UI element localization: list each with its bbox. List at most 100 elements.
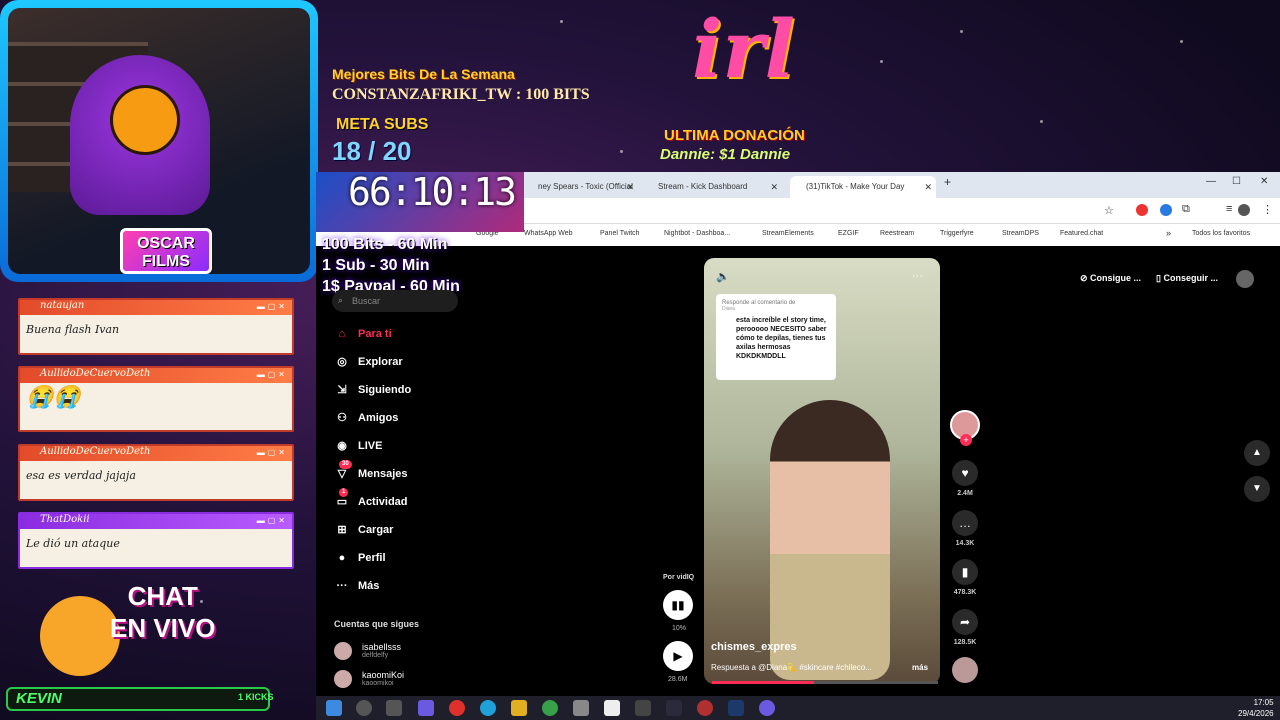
- nav-siguiendo[interactable]: ⇲ Siguiendo: [334, 382, 411, 398]
- subathon-rates: 100 Bits - 60 Min 1 Sub - 30 Min 1$ Payp…: [322, 234, 460, 297]
- app-icon[interactable]: [604, 700, 620, 716]
- heart-icon[interactable]: ♥: [952, 460, 978, 486]
- bookmark-nightbot[interactable]: Nightbot - Dashboa...: [664, 230, 730, 237]
- maximize-button[interactable]: ☐: [1232, 176, 1241, 187]
- discord-icon[interactable]: [759, 700, 775, 716]
- bookmark-ezgif[interactable]: EZGIF: [838, 230, 859, 237]
- nav-amigos[interactable]: ⚇ Amigos: [334, 410, 398, 426]
- follow-plus-icon[interactable]: +: [960, 434, 972, 446]
- bookmark-reestream[interactable]: Reestream: [880, 230, 914, 237]
- copilot-icon[interactable]: [418, 700, 434, 716]
- nav-perfil[interactable]: ● Perfil: [334, 550, 386, 566]
- video-more-link[interactable]: más: [912, 663, 928, 672]
- bookmark-streamdps[interactable]: StreamDPS: [1002, 230, 1039, 237]
- menu-icon[interactable]: ⋮: [1262, 203, 1273, 216]
- upload-icon: ⊞: [337, 524, 347, 536]
- profile-icon: ●: [338, 552, 346, 564]
- get-coins-button[interactable]: ⊘ Consigue ...: [1080, 268, 1141, 288]
- video-progress-track[interactable]: [712, 681, 938, 684]
- close-icon[interactable]: ✕: [770, 176, 778, 198]
- bookmark-panel-twitch[interactable]: Panel Twitch: [600, 230, 640, 237]
- close-icon[interactable]: ✕: [626, 176, 634, 198]
- search-icon[interactable]: [356, 700, 372, 716]
- subathon-timer: 66:10:13: [348, 170, 517, 214]
- sliders-icon[interactable]: ≡: [1226, 203, 1232, 215]
- avatar-face: [110, 85, 180, 155]
- like-action[interactable]: ♥ 2.4M: [952, 460, 978, 497]
- bookmark-whatsapp[interactable]: WhatsApp Web: [524, 230, 573, 237]
- edge-icon[interactable]: [480, 700, 496, 716]
- video-subject: [770, 400, 890, 680]
- meta-subs-label: META SUBS: [336, 116, 429, 133]
- donation-line: Dannie: $1 Dannie: [660, 146, 791, 163]
- star-icon[interactable]: ☆: [1104, 204, 1114, 217]
- app-icon[interactable]: [573, 700, 589, 716]
- comment-action[interactable]: … 14.3K: [952, 510, 978, 547]
- rate-bits: 100 Bits - 60 Min: [322, 236, 448, 253]
- puzzle-icon[interactable]: ⧉: [1182, 203, 1190, 216]
- kick-count: 1 KICKS: [238, 692, 274, 702]
- bookmarks-more[interactable]: »: [1166, 228, 1171, 238]
- nav-para-ti[interactable]: ⌂ Para ti: [334, 326, 392, 342]
- app-icon[interactable]: [697, 700, 713, 716]
- comment-icon[interactable]: …: [952, 510, 978, 536]
- close-icon[interactable]: ✕: [924, 176, 932, 198]
- nav-mensajes[interactable]: ▽ 30 Mensajes: [334, 460, 408, 482]
- bookmark-action[interactable]: ▮ 478.3K: [952, 559, 978, 596]
- nav-actividad[interactable]: ▭ 1 Actividad: [334, 488, 408, 510]
- bookmark-icon[interactable]: ▮: [952, 559, 978, 585]
- home-icon: ⌂: [338, 328, 346, 340]
- window-buttons: ▬▢✕: [256, 516, 288, 525]
- get-app-button[interactable]: ▯ Conseguir ...: [1156, 268, 1218, 288]
- bookmark-streamelements[interactable]: StreamElements: [762, 230, 814, 237]
- windows-start-icon[interactable]: [326, 700, 342, 716]
- search-icon: ⌕: [338, 295, 344, 305]
- compass-icon: ◎: [337, 356, 347, 368]
- bookmark-triggerfyre[interactable]: Triggerfyre: [940, 230, 974, 237]
- extension-icon[interactable]: [1160, 204, 1172, 216]
- file-explorer-icon[interactable]: [511, 700, 527, 716]
- vidiq-chart-button[interactable]: ▮▮: [663, 590, 693, 620]
- steam-icon[interactable]: [728, 700, 744, 716]
- profile-avatar[interactable]: [1238, 204, 1250, 216]
- new-tab-button[interactable]: +: [944, 175, 951, 189]
- music-disc-icon[interactable]: [952, 657, 978, 683]
- user-avatar[interactable]: [1236, 270, 1254, 288]
- nav-live[interactable]: ◉ LIVE: [334, 438, 382, 454]
- activity-badge: 1: [339, 488, 349, 497]
- nav-explorar[interactable]: ◎ Explorar: [334, 354, 402, 370]
- chat-message: AullidoDeCuervoDeth ▬▢✕ 😭😭: [18, 366, 294, 432]
- video-author[interactable]: chismes_expres: [711, 641, 797, 653]
- nav-cargar[interactable]: ⊞ Cargar: [334, 522, 393, 538]
- following-icon: ⇲: [337, 384, 347, 396]
- chrome-icon[interactable]: [542, 700, 558, 716]
- messages-badge: 30: [339, 460, 352, 469]
- close-window-button[interactable]: ✕: [1260, 176, 1268, 187]
- following-title: Cuentas que sigues: [334, 619, 420, 629]
- extension-icon[interactable]: [1136, 204, 1148, 216]
- activity-icon: ▭ 1: [336, 488, 349, 508]
- share-icon[interactable]: ➦: [952, 609, 978, 635]
- tab-toxic[interactable]: ney Spears - Toxic (Official ✕: [522, 176, 638, 198]
- more-options-icon[interactable]: ···: [912, 270, 923, 282]
- nav-mas[interactable]: ··· Más: [334, 578, 380, 594]
- all-favorites[interactable]: Todos los favoritos: [1192, 230, 1250, 237]
- share-action[interactable]: ➦ 128.5K: [952, 609, 978, 646]
- tab-tiktok[interactable]: (31)TikTok - Make Your Day ✕: [790, 176, 936, 198]
- coin-icon: ⊘: [1080, 273, 1091, 283]
- app-icon[interactable]: [666, 700, 682, 716]
- task-view-icon[interactable]: [386, 700, 402, 716]
- video-description: Respuesta a @Diana💫 #skincare #chileco..…: [711, 663, 872, 672]
- opera-icon[interactable]: [449, 700, 465, 716]
- volume-icon[interactable]: 🔈: [716, 270, 730, 283]
- chevron-down-icon[interactable]: ▼: [1244, 476, 1270, 502]
- tab-kick-dashboard[interactable]: Stream - Kick Dashboard ✕: [642, 176, 782, 198]
- play-button[interactable]: ▶: [663, 641, 693, 671]
- bookmark-featured-chat[interactable]: Featured.chat: [1060, 230, 1103, 237]
- donation-title: ULTIMA DONACIÓN: [664, 127, 805, 144]
- obs-icon[interactable]: [635, 700, 651, 716]
- chevron-up-icon[interactable]: ▲: [1244, 440, 1270, 466]
- search-input[interactable]: Buscar: [332, 290, 458, 312]
- chat-en-vivo-sign: CHAT EN VIVO: [110, 581, 216, 643]
- minimize-button[interactable]: —: [1206, 176, 1216, 187]
